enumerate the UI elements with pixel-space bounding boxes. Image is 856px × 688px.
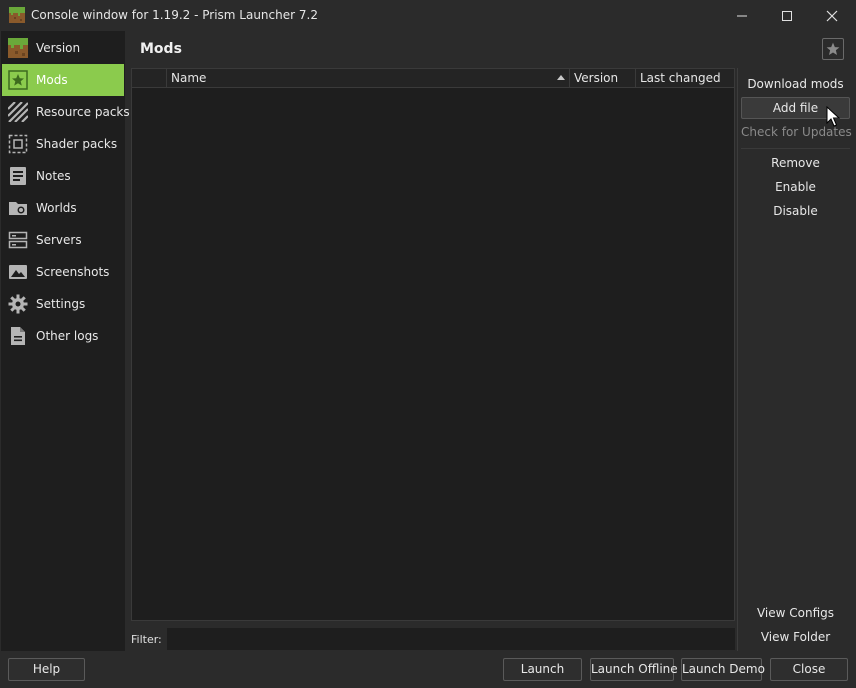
maximize-button[interactable]: [764, 0, 810, 31]
grass-block-icon: [8, 38, 28, 58]
sidebar-item-settings[interactable]: Settings: [2, 288, 124, 320]
column-header-label: Name: [171, 71, 207, 85]
sidebar-item-label: Version: [36, 41, 81, 55]
shader-icon: [8, 134, 28, 154]
worlds-icon: [8, 199, 28, 217]
sidebar-item-label: Mods: [36, 73, 68, 87]
launch-button[interactable]: Launch: [503, 658, 582, 681]
sidebar-item-resource-packs[interactable]: Resource packs: [2, 96, 130, 128]
sidebar-item-label: Shader packs: [36, 137, 118, 151]
sidebar-item-label: Worlds: [36, 201, 77, 215]
sidebar-item-label: Screenshots: [36, 265, 110, 279]
gear-icon: [8, 294, 28, 314]
view-configs-button[interactable]: View Configs: [741, 602, 850, 624]
launch-demo-button[interactable]: Launch Demo: [681, 658, 765, 681]
filter-input[interactable]: [166, 627, 736, 651]
panel-divider: [737, 68, 738, 651]
sidebar-item-notes[interactable]: Notes: [2, 160, 124, 192]
servers-icon: [8, 231, 28, 249]
view-folder-button[interactable]: View Folder: [741, 626, 850, 648]
star-icon: [8, 70, 28, 90]
notes-icon: [8, 167, 28, 185]
minimize-icon: [737, 15, 747, 16]
action-divider: [741, 148, 850, 149]
hatched-icon: [8, 102, 28, 122]
column-header-last-changed[interactable]: Last changed: [635, 69, 734, 88]
download-mods-button[interactable]: Download mods: [741, 73, 850, 95]
remove-button[interactable]: Remove: [741, 152, 850, 174]
sidebar-item-screenshots[interactable]: Screenshots: [2, 256, 124, 288]
sidebar-item-shader-packs[interactable]: Shader packs: [2, 128, 124, 160]
title-bar: Console window for 1.19.2 - Prism Launch…: [0, 0, 856, 31]
help-button[interactable]: Help: [8, 658, 85, 681]
grass-block-icon: [9, 7, 25, 23]
filter-label: Filter:: [131, 633, 162, 646]
sidebar-item-other-logs[interactable]: Other logs: [2, 320, 124, 352]
launch-offline-button[interactable]: Launch Offline: [590, 658, 678, 681]
sidebar-item-mods[interactable]: Mods: [2, 64, 124, 96]
column-header-version[interactable]: Version: [569, 69, 635, 88]
page-title: Mods: [140, 41, 182, 57]
minimize-button[interactable]: [719, 0, 765, 31]
sidebar-item-label: Servers: [36, 233, 82, 247]
mods-table[interactable]: Name Version Last changed: [131, 68, 735, 621]
sidebar: Version Mods Resource packs Shader packs…: [1, 31, 130, 651]
image-icon: [8, 263, 28, 281]
sidebar-item-version[interactable]: Version: [2, 32, 124, 64]
sidebar-item-label: Other logs: [36, 329, 99, 343]
sidebar-item-label: Settings: [36, 297, 86, 311]
enable-button[interactable]: Enable: [741, 176, 850, 198]
mouse-pointer-icon: [826, 106, 840, 127]
window-title: Console window for 1.19.2 - Prism Launch…: [31, 8, 318, 22]
maximize-icon: [782, 10, 792, 21]
document-icon: [8, 327, 28, 345]
sort-ascending-icon: [557, 75, 565, 80]
sidebar-item-servers[interactable]: Servers: [2, 224, 124, 256]
sidebar-item-worlds[interactable]: Worlds: [2, 192, 124, 224]
disable-button[interactable]: Disable: [741, 200, 850, 222]
star-icon: [822, 38, 844, 60]
sidebar-item-label: Resource packs: [36, 105, 130, 119]
table-header: Name Version Last changed: [132, 69, 734, 88]
sidebar-item-label: Notes: [36, 169, 71, 183]
close-window-button[interactable]: [809, 0, 855, 31]
column-header-enabled[interactable]: [132, 69, 166, 88]
column-header-name[interactable]: Name: [166, 69, 569, 88]
close-button[interactable]: Close: [770, 658, 848, 681]
close-icon: [826, 10, 838, 21]
